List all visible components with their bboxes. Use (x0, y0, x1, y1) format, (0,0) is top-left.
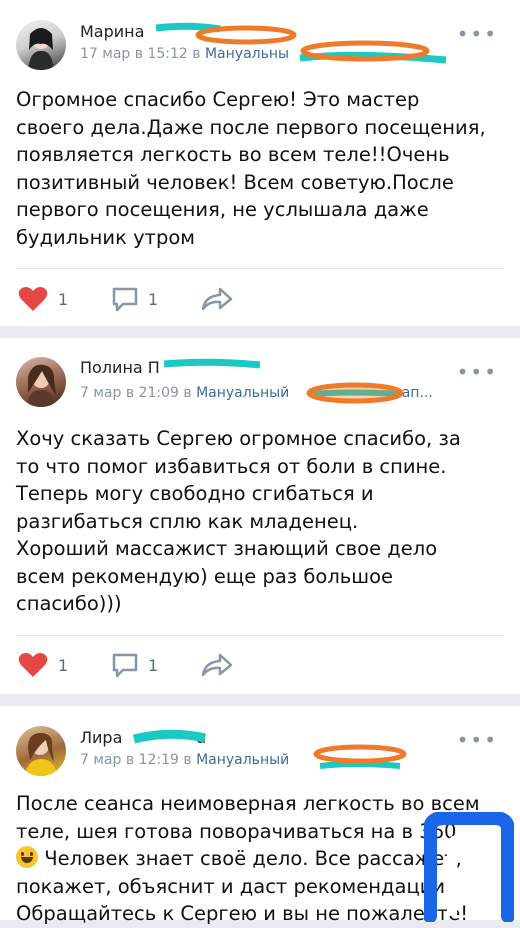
avatar[interactable] (16, 726, 66, 776)
logo-icon (424, 812, 514, 922)
divider (16, 268, 504, 269)
divider (16, 635, 504, 636)
heart-icon (18, 287, 48, 311)
share-icon (201, 653, 233, 677)
comment-icon (112, 287, 138, 312)
avatar[interactable] (16, 357, 66, 407)
like-count: 1 (58, 289, 69, 309)
post-text: Огромное спасибо Сергею! Это мастер свое… (16, 88, 486, 249)
post-card: Марина 17 мар в 15:12 в Мануальны ••• Ог… (0, 0, 520, 326)
post-author[interactable]: Полина П (80, 358, 160, 377)
post-text: Хочу сказать Сергею огромное спасибо, за… (16, 427, 461, 615)
post-card: Полина П 7 мар в 21:09 в Мануальный ап..… (0, 338, 520, 694)
comment-count: 1 (148, 655, 159, 675)
share-button[interactable] (200, 652, 234, 678)
redaction-scribble (155, 22, 447, 64)
avatar[interactable] (16, 20, 66, 70)
comment-count: 1 (148, 289, 159, 309)
comment-button[interactable]: 1 (110, 286, 158, 312)
comment-icon (112, 653, 138, 678)
heart-icon (18, 653, 48, 677)
grinning-emoji-icon (16, 846, 38, 868)
redaction-scribble (132, 729, 407, 769)
share-button[interactable] (200, 286, 234, 312)
more-icon[interactable]: ••• (457, 728, 498, 752)
post-author[interactable]: Марина (80, 22, 144, 41)
comment-button[interactable]: 1 (110, 652, 158, 678)
like-button[interactable]: 1 (18, 652, 68, 678)
like-button[interactable]: 1 (18, 286, 68, 312)
share-icon (201, 287, 233, 311)
like-count: 1 (58, 655, 69, 675)
more-icon[interactable]: ••• (457, 360, 498, 384)
more-icon[interactable]: ••• (457, 22, 498, 46)
redaction-scribble (163, 358, 404, 404)
